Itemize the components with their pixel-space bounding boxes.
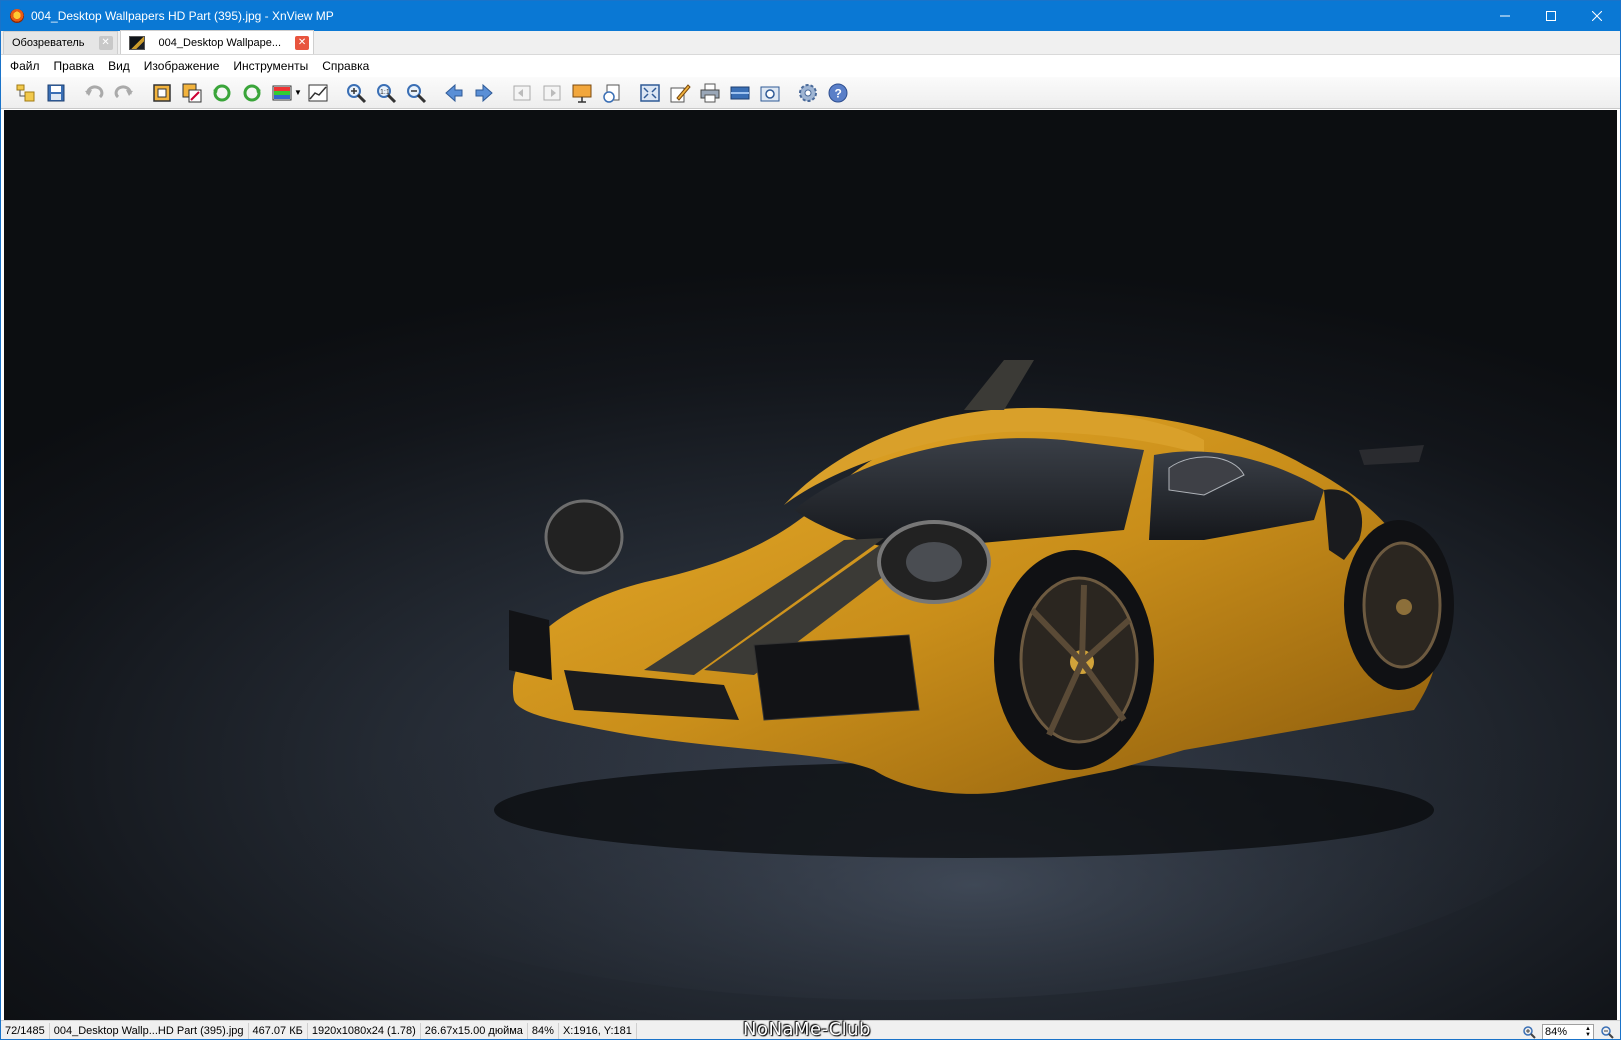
minimize-button[interactable] [1482,1,1528,31]
rotate-right-button[interactable] [237,79,267,107]
crop-button[interactable] [147,79,177,107]
settings-button[interactable] [793,79,823,107]
tab-bar: Обозреватель ✕ 004_Desktop Wallpape... ✕ [1,30,1620,55]
status-coords: X:1916, Y:181 [559,1023,637,1039]
menu-file[interactable]: Файл [3,59,47,73]
camera-icon [760,86,780,101]
last-image-icon [543,85,561,100]
image-thumbnail-icon [128,35,145,50]
status-bar: 72/1485 004_Desktop Wallp...HD Part (395… [1,1019,1620,1040]
zoom-actual-button[interactable]: 1:1 [371,79,401,107]
scanner-icon [730,86,750,99]
arrow-left-icon [445,83,463,102]
rotate-left-icon [213,84,231,101]
next-button[interactable] [469,79,499,107]
arrow-right-icon [475,83,493,102]
zoom-out-icon[interactable] [1600,1025,1614,1039]
save-icon [47,84,65,101]
close-button[interactable] [1574,1,1620,31]
info-icon [603,84,620,103]
save-button[interactable] [41,79,71,107]
tab-label: 004_Desktop Wallpape... [158,36,282,49]
resize-button[interactable] [177,79,207,107]
tab-label: Обозреватель [12,37,85,49]
browse-icon [16,84,35,101]
car-photo [204,360,1604,1000]
browse-button[interactable] [11,79,41,107]
menu-tools[interactable]: Инструменты [226,59,315,73]
help-button[interactable]: ? [823,79,853,107]
zoom-out-button[interactable] [401,79,431,107]
menu-help[interactable]: Справка [315,59,376,73]
zoom-field[interactable]: 84% ▲ ▼ [1542,1023,1594,1039]
info-button[interactable] [597,79,627,107]
resize-icon [182,83,202,102]
undo-button[interactable] [79,79,109,107]
crop-icon [153,83,171,102]
minimize-icon [1500,15,1510,17]
rotate-left-button[interactable] [207,79,237,107]
menu-view[interactable]: Вид [101,59,137,73]
maximize-button[interactable] [1528,1,1574,31]
edit-button[interactable] [665,79,695,107]
edit-icon [670,83,691,102]
toolbar: ▼ 1:1 ? [1,77,1620,109]
status-filesize: 467.07 КБ [249,1023,308,1039]
levels-icon [308,84,328,101]
undo-icon [85,84,104,98]
first-button[interactable] [507,79,537,107]
window-title: 004_Desktop Wallpapers HD Part (395).jpg… [31,9,334,23]
svg-text:1:1: 1:1 [380,89,390,96]
status-print-size: 26.67x15.00 дюйма [421,1023,528,1039]
zoom-value: 84% [1545,1025,1568,1038]
fit-window-icon [640,83,660,102]
status-zoom: 84% [528,1023,559,1039]
fit-button[interactable] [635,79,665,107]
slideshow-button[interactable] [567,79,597,107]
redo-icon [114,84,133,98]
tab-image[interactable]: 004_Desktop Wallpape... ✕ [119,30,315,54]
adjust-colors-icon [272,85,292,100]
maximize-icon [1546,11,1556,21]
spinner-icon[interactable]: ▲ ▼ [1585,1026,1591,1038]
tab-close-icon[interactable]: ✕ [295,35,310,50]
svg-text:?: ? [835,86,842,100]
image-viewer[interactable] [4,110,1617,1020]
tab-close-icon[interactable]: ✕ [98,36,113,50]
redo-button[interactable] [109,79,139,107]
zoom-in-button[interactable] [341,79,371,107]
zoom-in-icon[interactable] [1522,1025,1536,1039]
status-filename: 004_Desktop Wallp...HD Part (395).jpg [50,1023,249,1039]
status-dimensions: 1920x1080x24 (1.78) [308,1023,421,1039]
gear-icon [799,83,817,102]
slideshow-icon [572,84,592,103]
last-button[interactable] [537,79,567,107]
close-icon [1592,11,1602,21]
print-button[interactable] [695,79,725,107]
previous-button[interactable] [439,79,469,107]
capture-button[interactable] [755,79,785,107]
menu-image[interactable]: Изображение [137,59,227,73]
watermark-text: NoNaMe-Club [743,1019,871,1040]
title-bar[interactable]: 004_Desktop Wallpapers HD Part (395).jpg… [1,1,1620,31]
help-icon: ? [828,83,848,102]
tab-browser[interactable]: Обозреватель ✕ [3,31,118,54]
levels-button[interactable] [303,79,333,107]
first-image-icon [513,85,531,100]
xnview-logo-icon [9,8,25,24]
zoom-actual-icon: 1:1 [377,83,397,103]
rotate-right-icon [243,84,261,101]
app-window: 004_Desktop Wallpapers HD Part (395).jpg… [0,0,1621,1040]
zoom-in-icon [347,83,367,103]
chevron-down-icon[interactable]: ▼ [293,79,303,107]
zoom-out-icon [407,83,427,103]
status-position: 72/1485 [1,1023,50,1039]
print-icon [700,83,720,102]
scan-button[interactable] [725,79,755,107]
menu-edit[interactable]: Правка [47,59,102,73]
menu-bar: Файл Правка Вид Изображение Инструменты … [1,56,1620,76]
